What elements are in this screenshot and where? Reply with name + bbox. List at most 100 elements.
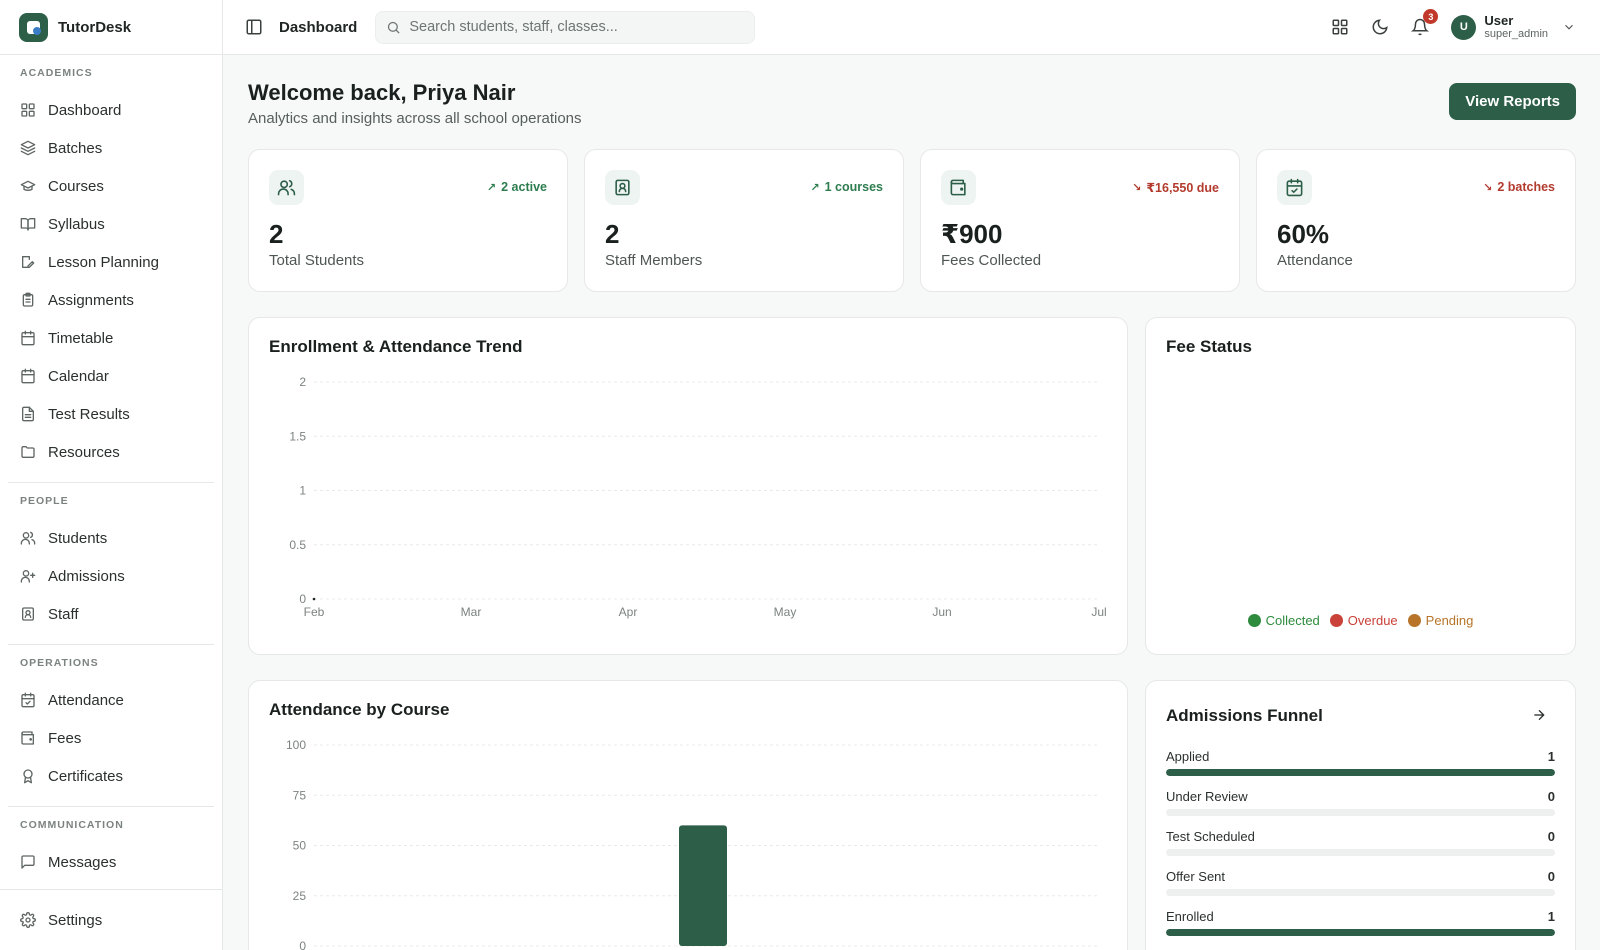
y-tick-label: 0.5 [289, 538, 306, 552]
funnel-stage-count: 0 [1547, 789, 1555, 804]
message-icon [20, 854, 36, 870]
arrow-right-icon[interactable] [1531, 707, 1547, 723]
stat-cards: ↗ 2 active 2 Total Students ↗ 1 courses 2 Staff… [248, 149, 1576, 292]
sidebar-toggle-icon[interactable] [245, 18, 263, 36]
sidebar-item-resources[interactable]: Resources [8, 433, 214, 471]
sidebar-item-label: Test Results [48, 405, 130, 423]
wallet-icon [20, 730, 36, 746]
award-icon [20, 768, 36, 784]
funnel-stage: Test Scheduled 0 [1166, 829, 1555, 869]
funnel-stage: Enrolled 1 [1166, 909, 1555, 949]
sidebar-item-certificates[interactable]: Certificates [8, 757, 214, 795]
sidebar-footer: Settings [0, 889, 222, 950]
funnel-stage-count: 1 [1547, 909, 1555, 924]
funnel-stage: Under Review 0 [1166, 789, 1555, 829]
sidebar-item-courses[interactable]: Courses [8, 167, 214, 205]
page-title: Welcome back, Priya Nair [248, 80, 516, 105]
stat-value: 2 [269, 219, 284, 249]
legend-dot [1247, 614, 1261, 627]
user-role: super_admin [1484, 27, 1548, 40]
gear-icon [20, 912, 36, 928]
calendar-icon [20, 330, 36, 346]
sidebar-item-label: Settings [48, 911, 103, 929]
sidebar-item-calendar[interactable]: Calendar [8, 357, 214, 395]
apps-grid-icon[interactable] [1331, 18, 1349, 36]
funnel-stage: Applied 1 [1166, 749, 1555, 789]
legend-label: Overdue [1347, 613, 1398, 628]
trend-arrow-icon: ↗ [810, 181, 820, 194]
user-menu[interactable]: U User super_admin [1451, 12, 1576, 41]
sidebar-item-assignments[interactable]: Assignments [8, 281, 214, 319]
bottom-row: Attendance by Course 0 25 50 75 100 Admissio… [248, 680, 1576, 950]
funnel-bar-track [1166, 809, 1555, 816]
funnel-list: Applied 1 Under Review 0 Test Scheduled 0 Offe… [1166, 749, 1555, 949]
notification-bell-icon[interactable]: 3 [1411, 9, 1439, 36]
funnel-stage-label: Offer Sent [1166, 869, 1226, 884]
sidebar-item-fees[interactable]: Fees [8, 719, 214, 757]
funnel-stage-label: Under Review [1166, 789, 1248, 804]
sidebar-item-dashboard[interactable]: Dashboard [8, 91, 214, 129]
search-icon [386, 20, 401, 35]
stat-trend: ↘ ₹16,550 due [1132, 180, 1219, 195]
funnel-bar-track [1166, 849, 1555, 856]
y-tick-label: 75 [293, 788, 307, 802]
trend-arrow-icon: ↗ [486, 181, 497, 194]
x-tick-label: Feb [304, 605, 325, 619]
search-input[interactable] [409, 19, 730, 35]
attendance-by-course-chart: 0 25 50 75 100 [286, 738, 1099, 950]
chevron-down-icon [1562, 20, 1576, 34]
stat-value: 2 [605, 219, 620, 249]
view-reports-button[interactable]: View Reports [1449, 83, 1576, 120]
user-name: User [1484, 12, 1514, 28]
sidebar-item-lesson-planning[interactable]: Lesson Planning [8, 243, 214, 281]
nav-section-title: ACADEMICS [20, 67, 93, 79]
brand[interactable]: TutorDesk [0, 0, 222, 55]
sidebar-item-attendance[interactable]: Attendance [8, 681, 214, 719]
sidebar-item-label: Calendar [48, 367, 109, 385]
x-tick-label: Apr [619, 605, 638, 619]
funnel-stage-label: Enrolled [1166, 909, 1214, 924]
nav-divider [8, 482, 214, 483]
wallet-icon [941, 170, 976, 205]
page-subtitle: Analytics and insights across all school… [248, 110, 582, 127]
y-tick-label: 1.5 [289, 429, 306, 443]
sidebar-item-syllabus[interactable]: Syllabus [8, 205, 214, 243]
sidebar-item-settings[interactable]: Settings [8, 901, 214, 939]
id-badge-icon [20, 606, 36, 622]
stat-label: Staff Members [605, 252, 703, 269]
funnel-stage-head: Under Review 0 [1166, 789, 1555, 804]
funnel-stage-head: Enrolled 1 [1166, 909, 1555, 924]
stat-card-total-students: ↗ 2 active 2 Total Students [248, 149, 568, 292]
stat-trend: ↗ 2 active [487, 180, 547, 194]
x-tick-label: Jun [932, 605, 951, 619]
sidebar-item-students[interactable]: Students [8, 519, 214, 557]
sidebar-item-batches[interactable]: Batches [8, 129, 214, 167]
users-icon [269, 170, 304, 205]
enrollment-trend-card: Enrollment & Attendance Trend 0 0.5 1 1.5 2 F… [248, 317, 1128, 655]
search-box[interactable] [375, 10, 756, 44]
nav-section-title: COMMUNICATION [20, 819, 124, 831]
sidebar-item-staff[interactable]: Staff [8, 595, 214, 633]
stat-trend-text: ₹16,550 due [1146, 181, 1219, 195]
sidebar-item-test-results[interactable]: Test Results [8, 395, 214, 433]
sidebar-item-timetable[interactable]: Timetable [8, 319, 214, 357]
stat-card-staff-members: ↗ 1 courses 2 Staff Members [584, 149, 904, 292]
sidebar-item-admissions[interactable]: Admissions [8, 557, 214, 595]
legend-dot [1329, 614, 1343, 627]
sidebar-item-label: Certificates [48, 767, 124, 785]
sidebar-item-messages[interactable]: Messages [8, 843, 214, 881]
topbar-actions: 3 U User super_admin [1309, 9, 1576, 41]
funnel-bar-fill [1166, 929, 1555, 936]
stat-value: 60% [1277, 219, 1330, 249]
page-label: Dashboard [279, 18, 358, 36]
stat-card-fees-collected: ↘ ₹16,550 due ₹900 Fees Collected [920, 149, 1240, 292]
x-tick-label: Jul [1091, 605, 1106, 619]
nav-section-title: PEOPLE [20, 495, 69, 507]
funnel-stage-head: Offer Sent 0 [1166, 869, 1555, 884]
stat-trend: ↗ 1 courses [810, 180, 883, 194]
stat-trend-text: 2 batches [1497, 180, 1555, 194]
nav-divider [8, 644, 214, 645]
card-title: Fee Status [1166, 337, 1252, 356]
book-open-icon [20, 216, 36, 232]
moon-icon[interactable] [1371, 18, 1389, 36]
